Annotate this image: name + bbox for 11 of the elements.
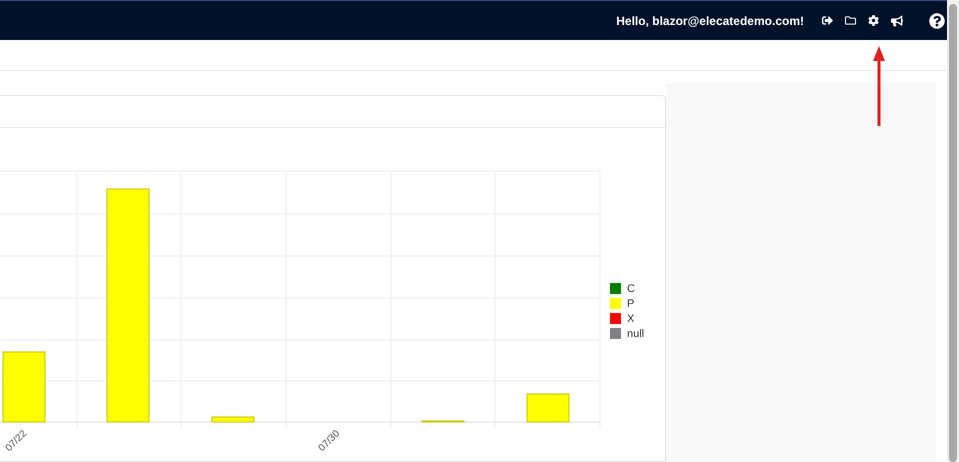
sign-out-icon[interactable] <box>822 15 833 26</box>
legend-label: null <box>627 328 644 340</box>
settings-icon[interactable] <box>868 15 879 26</box>
scrollbar[interactable] <box>947 0 959 462</box>
legend-label: C <box>627 282 635 294</box>
greeting-text: Hello, blazor@elecatedemo.com! <box>616 14 804 28</box>
megaphone-icon[interactable] <box>891 14 903 26</box>
folder-icon[interactable] <box>845 15 856 26</box>
help-icon[interactable] <box>929 12 945 28</box>
legend-label: P <box>627 298 634 310</box>
legend-label: X <box>627 312 634 324</box>
